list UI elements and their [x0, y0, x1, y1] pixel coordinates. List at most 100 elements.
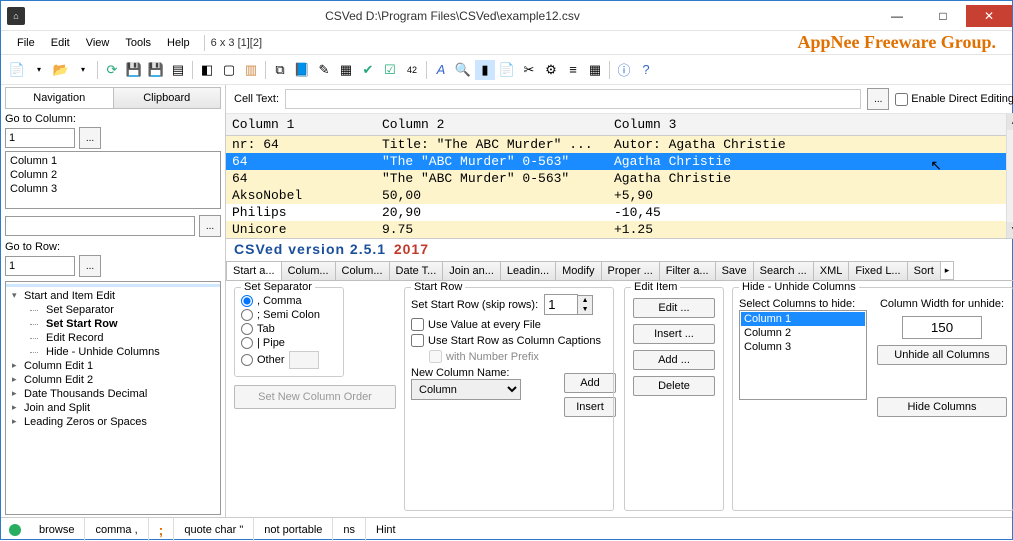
- edit-icon[interactable]: ✎: [314, 60, 334, 80]
- check-green-icon[interactable]: ✔: [358, 60, 378, 80]
- tab-scroll-right[interactable]: ▸: [940, 261, 955, 280]
- list-icon[interactable]: ≡: [563, 60, 583, 80]
- font-icon[interactable]: A: [431, 60, 451, 80]
- hide-columns-list[interactable]: Column 1 Column 2 Column 3: [739, 310, 867, 400]
- tree-set-separator[interactable]: Set Separator: [6, 303, 220, 317]
- celltext-more-button[interactable]: ...: [867, 88, 889, 110]
- list-item[interactable]: Column 3: [10, 182, 216, 196]
- new-icon[interactable]: 📄: [7, 60, 27, 80]
- arrow-down-icon[interactable]: ▾: [73, 60, 93, 80]
- export-icon[interactable]: ▤: [168, 60, 188, 80]
- tab-xml[interactable]: XML: [813, 261, 850, 280]
- table-row[interactable]: Philips20,90-10,45: [226, 204, 1006, 221]
- col-header-3[interactable]: Column 3: [608, 114, 1006, 135]
- delete-button[interactable]: Delete: [633, 376, 715, 396]
- menu-file[interactable]: File: [9, 35, 43, 51]
- start-row-spinner[interactable]: ▲▼: [544, 294, 593, 315]
- use-start-row-captions[interactable]: Use Start Row as Column Captions: [411, 334, 607, 347]
- zoom-icon[interactable]: 🔍: [453, 60, 473, 80]
- minimize-button[interactable]: —: [874, 5, 920, 27]
- column-width-input[interactable]: [902, 316, 982, 339]
- sep-pipe[interactable]: | Pipe: [241, 336, 337, 350]
- list-item[interactable]: Column 1: [741, 312, 865, 326]
- book-icon[interactable]: 📘: [292, 60, 312, 80]
- use-value-every-file[interactable]: Use Value at every File: [411, 318, 607, 331]
- filter-input[interactable]: [5, 216, 195, 236]
- grid-icon[interactable]: ▦: [585, 60, 605, 80]
- gear-icon[interactable]: ⚙: [541, 60, 561, 80]
- add-button[interactable]: Add ...: [633, 350, 715, 370]
- tab-navigation[interactable]: Navigation: [6, 88, 114, 108]
- scrollbar-vertical[interactable]: ▲ ▼: [1006, 114, 1013, 238]
- tree[interactable]: Start and Item Edit Set Separator Set St…: [5, 281, 221, 515]
- tree-join-split[interactable]: Join and Split: [6, 401, 220, 415]
- col-header-1[interactable]: Column 1: [226, 114, 376, 135]
- list-item[interactable]: Column 1: [10, 154, 216, 168]
- col-header-2[interactable]: Column 2: [376, 114, 608, 135]
- enable-direct-editing[interactable]: Enable Direct Editing: [895, 93, 1013, 106]
- document-icon[interactable]: 📄: [497, 60, 517, 80]
- hide-columns-button[interactable]: Hide Columns: [877, 397, 1007, 417]
- info-icon[interactable]: ⓘ: [614, 60, 634, 80]
- save-icon[interactable]: 💾: [124, 60, 144, 80]
- scroll-up-icon[interactable]: ▲: [1007, 114, 1013, 130]
- data-grid[interactable]: ▲ ▼ Column 1 Column 2 Column 3 nr: 64Tit…: [226, 114, 1013, 239]
- list-item[interactable]: Column 2: [741, 326, 865, 340]
- select-icon[interactable]: ▮: [475, 60, 495, 80]
- tab-sort[interactable]: Sort: [907, 261, 941, 280]
- tab-clipboard[interactable]: Clipboard: [114, 88, 221, 108]
- sep-tab[interactable]: Tab: [241, 322, 337, 336]
- tab-leading[interactable]: Leadin...: [500, 261, 556, 280]
- new-column-name-select[interactable]: Column: [411, 379, 521, 400]
- sep-other-input[interactable]: [289, 351, 319, 369]
- celltext-input[interactable]: [285, 89, 861, 109]
- list-item[interactable]: Column 3: [741, 340, 865, 354]
- tab-column2[interactable]: Colum...: [335, 261, 390, 280]
- refresh-icon[interactable]: ⟳: [102, 60, 122, 80]
- setting-icon[interactable]: ◧: [197, 60, 217, 80]
- help-icon[interactable]: ?: [636, 60, 656, 80]
- copy-icon[interactable]: ⧉: [270, 60, 290, 80]
- tab-search[interactable]: Search ...: [753, 261, 814, 280]
- table-row[interactable]: nr: 64Title: "The ABC Murder" ...Autor: …: [226, 136, 1006, 153]
- tab-fixed[interactable]: Fixed L...: [848, 261, 907, 280]
- tree-leading-zeros[interactable]: Leading Zeros or Spaces: [6, 415, 220, 429]
- columns-list[interactable]: Column 1 Column 2 Column 3: [5, 151, 221, 209]
- tab-save[interactable]: Save: [715, 261, 754, 280]
- tree-set-start-row[interactable]: Set Start Row: [6, 317, 220, 331]
- spin-up-icon[interactable]: ▲: [578, 296, 592, 305]
- sep-other[interactable]: Other: [241, 350, 337, 370]
- goto-column-input[interactable]: [5, 128, 75, 148]
- tree-column-edit-1[interactable]: Column Edit 1: [6, 359, 220, 373]
- tree-column-edit-2[interactable]: Column Edit 2: [6, 373, 220, 387]
- enable-direct-editing-checkbox[interactable]: [895, 93, 908, 106]
- tree-edit-record[interactable]: Edit Record: [6, 331, 220, 345]
- table-row[interactable]: AksoNobel50,00+5,90: [226, 187, 1006, 204]
- tree-hide-unhide[interactable]: Hide - Unhide Columns: [6, 345, 220, 359]
- table-row[interactable]: 64"The "ABC Murder" 0-563"Agatha Christi…: [226, 170, 1006, 187]
- menu-tools[interactable]: Tools: [117, 35, 159, 51]
- tab-filter[interactable]: Filter a...: [659, 261, 716, 280]
- panel-icon[interactable]: ▥: [241, 60, 261, 80]
- tree-date-thousands[interactable]: Date Thousands Decimal: [6, 387, 220, 401]
- table-row[interactable]: 64"The "ABC Murder" 0-563"Agatha Christi…: [226, 153, 1006, 170]
- note-icon[interactable]: ▦: [336, 60, 356, 80]
- tab-start[interactable]: Start a...: [226, 261, 282, 280]
- tab-modify[interactable]: Modify: [555, 261, 601, 280]
- table-row[interactable]: Unicore9.75+1.25: [226, 221, 1006, 238]
- goto-column-button[interactable]: ...: [79, 127, 101, 149]
- menu-view[interactable]: View: [78, 35, 118, 51]
- tab-column1[interactable]: Colum...: [281, 261, 336, 280]
- filter-button[interactable]: ...: [199, 215, 221, 237]
- unhide-all-button[interactable]: Unhide all Columns: [877, 345, 1007, 365]
- sep-comma[interactable]: , Comma: [241, 294, 337, 308]
- check-box-icon[interactable]: ☑: [380, 60, 400, 80]
- scroll-down-icon[interactable]: ▼: [1007, 222, 1013, 238]
- menu-help[interactable]: Help: [159, 35, 198, 51]
- maximize-button[interactable]: □: [920, 5, 966, 27]
- number-icon[interactable]: 42: [402, 60, 422, 80]
- insert-button[interactable]: Insert ...: [633, 324, 715, 344]
- open-icon[interactable]: 📂: [51, 60, 71, 80]
- spin-down-icon[interactable]: ▼: [578, 305, 592, 314]
- start-row-input[interactable]: [544, 294, 578, 315]
